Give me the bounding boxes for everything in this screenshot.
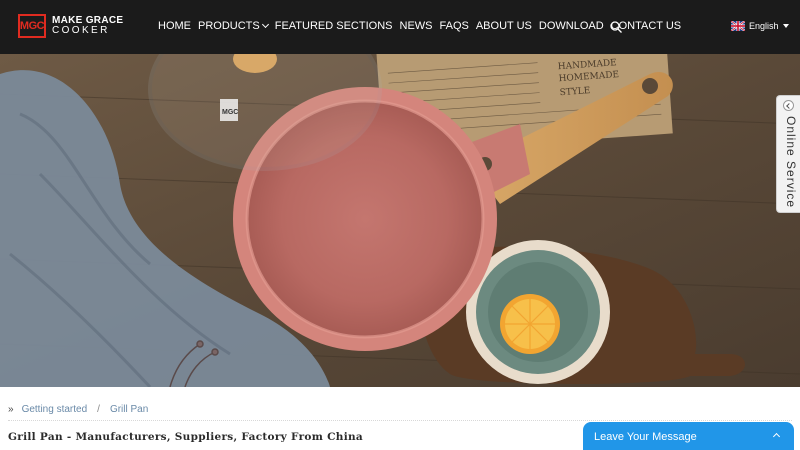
logo-mark: MGC [18,14,46,38]
chevron-up-icon [772,432,781,441]
nav-products[interactable]: PRODUCTS [198,20,269,32]
logo[interactable]: MGC MAKE GRACE COOKER [18,14,123,38]
nav-home[interactable]: HOME [158,20,191,32]
nav-news[interactable]: NEWS [400,20,433,32]
caret-down-icon [782,24,789,28]
svg-text:STYLE: STYLE [559,86,590,98]
chevron-down-icon [261,20,269,29]
chevron-left-icon[interactable] [783,100,794,111]
language-selector[interactable]: English [731,21,789,31]
online-service-tab[interactable]: Online Service [776,95,800,213]
hero-banner: HANDMADE HOMEMADE STYLE MGC [0,54,800,387]
breadcrumb-separator: / [97,404,100,415]
nav-featured-sections[interactable]: FEATURED SECTIONS [275,20,393,32]
site-header: MGC MAKE GRACE COOKER HOME PRODUCTS FEAT… [0,0,800,54]
page-title: Grill Pan - Manufacturers, Suppliers, Fa… [8,431,364,443]
double-chevron-right-icon: » [8,404,14,415]
logo-line-2: COOKER [52,25,110,36]
logo-text: MAKE GRACE COOKER [52,16,123,36]
hero-image: HANDMADE HOMEMADE STYLE MGC [0,54,800,387]
breadcrumb-grill-pan[interactable]: Grill Pan [110,404,148,415]
online-service-label: Online Service [784,116,798,209]
divider [8,420,792,421]
uk-flag-icon [731,21,745,31]
leave-message-label: Leave Your Message [594,431,697,443]
nav-about-us[interactable]: ABOUT US [476,20,532,32]
nav-faqs[interactable]: FAQS [440,20,469,32]
svg-text:MGC: MGC [222,109,238,116]
nav-download[interactable]: DOWNLOAD [539,20,604,32]
breadcrumb-getting-started[interactable]: Getting started [22,404,88,415]
leave-message-button[interactable]: Leave Your Message [583,422,794,450]
language-label: English [749,21,779,31]
search-icon[interactable] [610,21,622,33]
main-nav: HOME PRODUCTS FEATURED SECTIONS NEWS FAQ… [158,20,688,32]
breadcrumb: » Getting started / Grill Pan [8,404,148,415]
